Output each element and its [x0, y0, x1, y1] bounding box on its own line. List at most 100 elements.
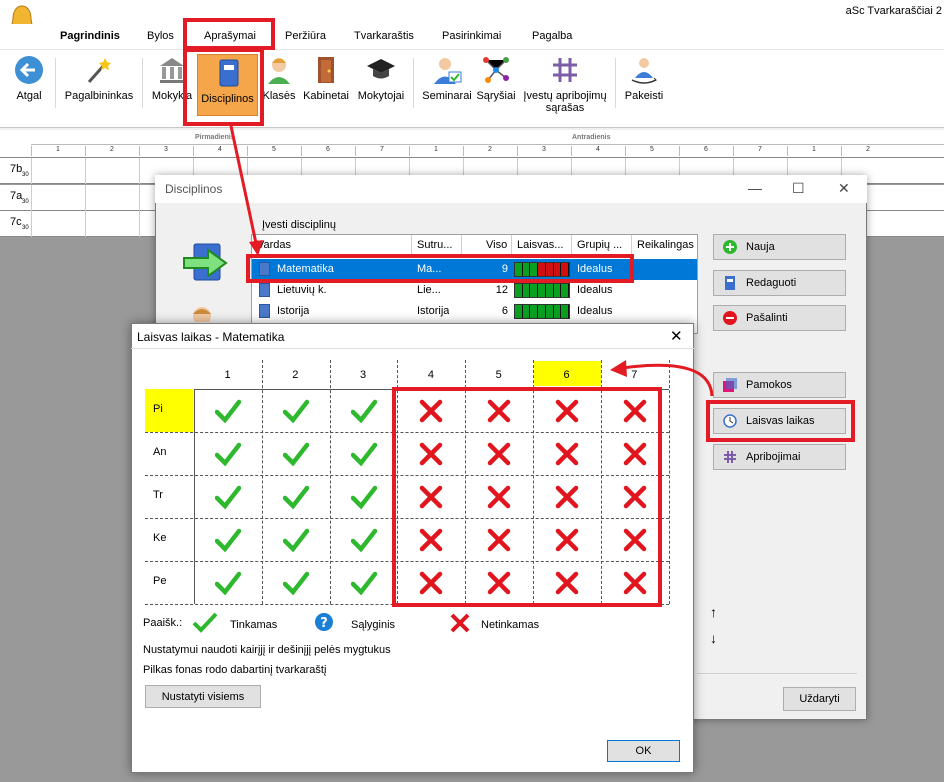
person-swap-icon [631, 58, 657, 84]
column-header[interactable]: Reikalingas r [632, 235, 697, 257]
day-label: Antradienis [572, 134, 611, 141]
delete-button[interactable]: Pašalinti [713, 305, 846, 331]
edit-button[interactable]: Redaguoti [713, 270, 846, 296]
new-button[interactable]: Nauja [713, 234, 846, 260]
teachers-button[interactable]: Mokytojai [353, 52, 409, 124]
period-divider [85, 146, 86, 156]
person-check-icon [434, 58, 462, 84]
student-icon [193, 307, 211, 322]
check-icon[interactable] [262, 389, 329, 432]
close-button[interactable]: Uždaryti [783, 687, 856, 711]
divider [697, 673, 857, 674]
check-icon[interactable] [194, 518, 261, 561]
move-up-button[interactable]: ↑ [710, 604, 717, 620]
day-header[interactable]: Pe [145, 561, 193, 604]
check-icon[interactable] [194, 561, 261, 604]
changes-button[interactable]: Pakeisti [622, 52, 666, 124]
period-divider [139, 146, 140, 156]
check-icon[interactable] [330, 475, 397, 518]
check-icon[interactable] [330, 561, 397, 604]
close-icon[interactable]: ✕ [838, 180, 850, 197]
tab-perziura[interactable]: Peržiūra [285, 30, 326, 42]
period-number: 4 [596, 146, 600, 153]
check-icon[interactable] [262, 561, 329, 604]
hint-gray: Pilkas fonas rodo dabartinį tvarkaraštį [143, 664, 327, 676]
period-header[interactable]: 6 [533, 369, 600, 381]
period-divider [733, 146, 734, 156]
table-row[interactable]: Lietuvių k. Lie... 12 Idealus [252, 280, 697, 301]
check-icon[interactable] [194, 475, 261, 518]
timetable-cell-divider [139, 211, 140, 237]
period-header[interactable]: 2 [262, 369, 329, 381]
constraints-button[interactable]: Apribojimai [713, 444, 846, 470]
check-icon[interactable] [330, 518, 397, 561]
check-icon[interactable] [262, 518, 329, 561]
timetable-cell-divider [31, 158, 32, 184]
ribbon-separator [142, 58, 143, 108]
lessons-button[interactable]: Pamokos [713, 372, 846, 398]
day-header[interactable]: Pi [145, 389, 193, 432]
period-header[interactable]: 3 [330, 369, 397, 381]
annotation-box [183, 48, 264, 126]
check-icon[interactable] [262, 475, 329, 518]
timetable-cell-divider [31, 185, 32, 211]
check-icon[interactable] [330, 432, 397, 475]
relations-button[interactable]: Sąryšiai [475, 52, 517, 124]
ribbon-separator [55, 58, 56, 108]
rooms-button[interactable]: Kabinetai [300, 52, 352, 124]
annotation-box [392, 387, 662, 607]
tab-pagalba[interactable]: Pagalba [532, 30, 572, 42]
check-icon[interactable] [194, 432, 261, 475]
period-divider [193, 146, 194, 156]
minimize-icon[interactable]: — [748, 180, 762, 196]
hash-grid-icon [553, 58, 577, 82]
move-down-button[interactable]: ↓ [710, 630, 717, 646]
wizard-button[interactable]: Pagalbininkas [61, 52, 137, 124]
classes-button[interactable]: Klasės [262, 52, 296, 124]
period-number: 2 [488, 146, 492, 153]
check-icon[interactable] [330, 389, 397, 432]
book-icon [259, 283, 270, 297]
tab-bylos[interactable]: Bylos [147, 30, 174, 42]
set-all-button[interactable]: Nustatyti visiems [145, 685, 261, 708]
check-icon[interactable] [262, 432, 329, 475]
table-row[interactable]: Istorija Istorija 6 Idealus [252, 301, 697, 322]
period-number: 3 [164, 146, 168, 153]
timetable-cell-divider [31, 211, 32, 237]
ok-button[interactable]: OK [607, 740, 680, 762]
period-divider [571, 146, 572, 156]
maximize-icon[interactable]: ☐ [792, 180, 805, 197]
network-icon [483, 57, 509, 83]
seminars-button[interactable]: Seminarai [420, 52, 474, 124]
check-icon[interactable] [194, 389, 261, 432]
free-time-bar [514, 304, 570, 319]
day-header[interactable]: Ke [145, 518, 193, 561]
ribbon-separator [615, 58, 616, 108]
tab-pasirinkimai[interactable]: Pasirinkimai [442, 30, 501, 42]
period-number: 6 [704, 146, 708, 153]
period-number: 2 [866, 146, 870, 153]
hint-mouse: Nustatymui naudoti kairįjį ir dešinįjį p… [143, 644, 391, 656]
tab-pagrindinis[interactable]: Pagrindinis [60, 30, 120, 42]
period-number: 1 [434, 146, 438, 153]
timetable-cell-divider [85, 185, 86, 211]
tab-tvarkarastis[interactable]: Tvarkaraštis [354, 30, 414, 42]
period-header[interactable]: 1 [194, 369, 261, 381]
free-time-bar [514, 283, 570, 298]
day-header[interactable]: An [145, 432, 193, 475]
ribbon-separator [413, 58, 414, 108]
legend-conditional: Sąlyginis [351, 619, 396, 631]
day-header[interactable]: Tr [145, 475, 193, 518]
annotation-box [183, 18, 275, 50]
period-divider [409, 146, 410, 156]
legend-ok: Tinkamas [230, 619, 278, 631]
period-divider [355, 146, 356, 156]
free-time-dialog-title: Laisvas laikas - Matematika [137, 330, 285, 344]
svg-text:?: ? [320, 616, 328, 631]
constraints-list-button[interactable]: Įvestų apribojimų sąrašas [518, 52, 612, 124]
back-button[interactable]: Atgal [8, 52, 50, 124]
period-header[interactable]: 5 [465, 369, 532, 381]
period-header[interactable]: 4 [397, 369, 464, 381]
check-icon [192, 612, 218, 633]
close-icon[interactable]: ✕ [670, 327, 683, 345]
